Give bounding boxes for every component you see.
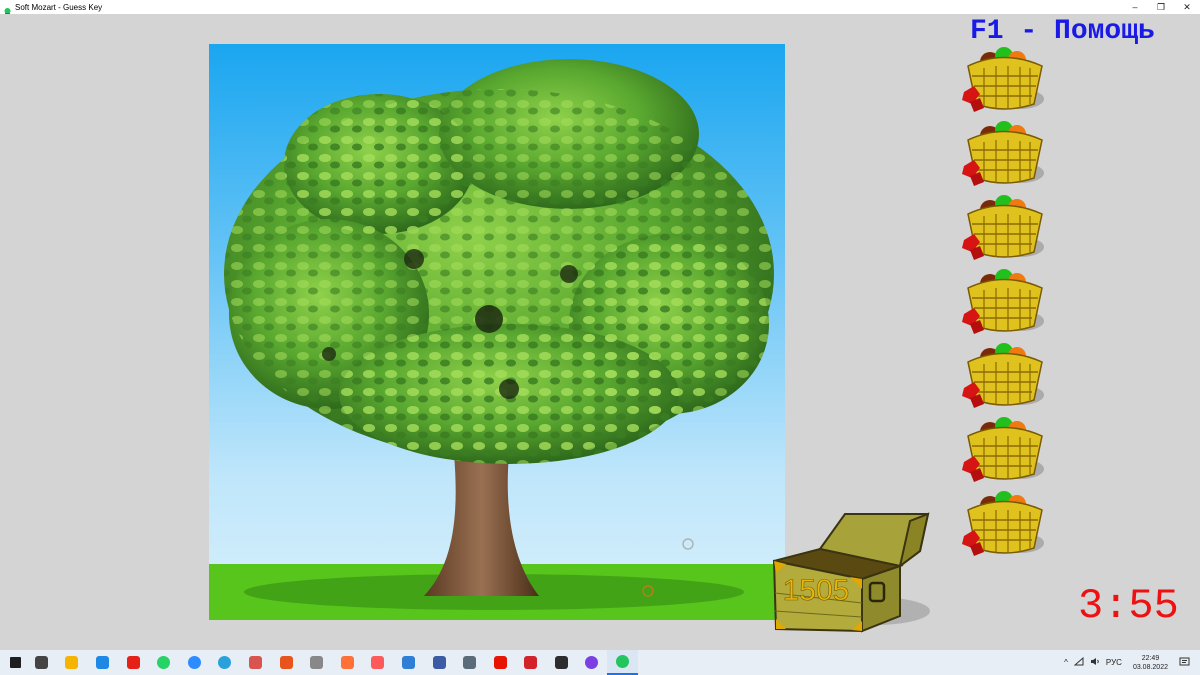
app-icon-1[interactable] [240,650,271,675]
countdown-timer: 3:55 [1078,582,1179,630]
bug-icon[interactable] [682,538,694,550]
task-view-icon[interactable] [26,650,57,675]
file-explorer-icon[interactable] [57,650,88,675]
start-icon[interactable] [4,650,26,675]
app-icon [3,3,12,15]
yandex-icon[interactable] [485,650,516,675]
obs-icon[interactable] [546,650,577,675]
fruit-basket-icon [960,266,1048,336]
clock[interactable]: 22:49 03.08.2022 [1133,654,1168,672]
notifications-icon[interactable] [1179,657,1190,669]
score-counter: 1505 [782,574,850,608]
fruit-basket-icon [960,488,1048,558]
close-button[interactable]: ✕ [1174,0,1200,14]
mu-icon[interactable] [301,650,332,675]
clock-date: 03.08.2022 [1132,663,1168,671]
taskbar: ^ РУС 22:49 03.08.2022 [0,650,1200,675]
window-title: Soft Mozart - Guess Key [15,2,103,12]
zoom-icon[interactable] [179,650,210,675]
system-tray: ^ РУС 22:49 03.08.2022 [1061,650,1200,675]
fruit-basket-icon [960,44,1048,114]
telegram-icon[interactable] [210,650,241,675]
tree-trunk [424,454,539,596]
soft-mozart-icon[interactable] [607,650,638,675]
whatsapp-icon[interactable] [148,650,179,675]
app-icon-2[interactable] [393,650,424,675]
firefox-icon[interactable] [332,650,363,675]
language-indicator[interactable]: РУС [1106,658,1122,667]
clock-time: 22:49 [1141,654,1160,662]
save-icon[interactable] [424,650,455,675]
fruit-basket-icon [960,118,1048,188]
fruit-basket-icon [960,192,1048,262]
fruit-basket-icon [960,414,1048,484]
circle-app-icon[interactable] [577,650,608,675]
network-icon[interactable] [1073,656,1084,668]
fruit-basket-icon [960,340,1048,410]
title-bar: Soft Mozart - Guess Key – ❐ ✕ [0,0,1200,15]
edge-icon[interactable] [87,650,118,675]
game-area: F1 - Помощь 1505 3:55 [0,14,1200,650]
paint-icon[interactable] [363,650,394,675]
tree-scene[interactable] [209,44,785,620]
restore-button[interactable]: ❐ [1148,0,1174,14]
help-hint: F1 - Помощь [970,16,1155,47]
tray-chevron-icon[interactable]: ^ [1064,658,1068,667]
tree-canopy [224,59,774,464]
camera-icon[interactable] [454,650,485,675]
youtube-icon[interactable] [118,650,149,675]
volume-icon[interactable] [1090,657,1100,668]
minimize-button[interactable]: – [1122,0,1148,14]
arrow-app-icon[interactable] [516,650,547,675]
headphones-icon[interactable] [271,650,302,675]
